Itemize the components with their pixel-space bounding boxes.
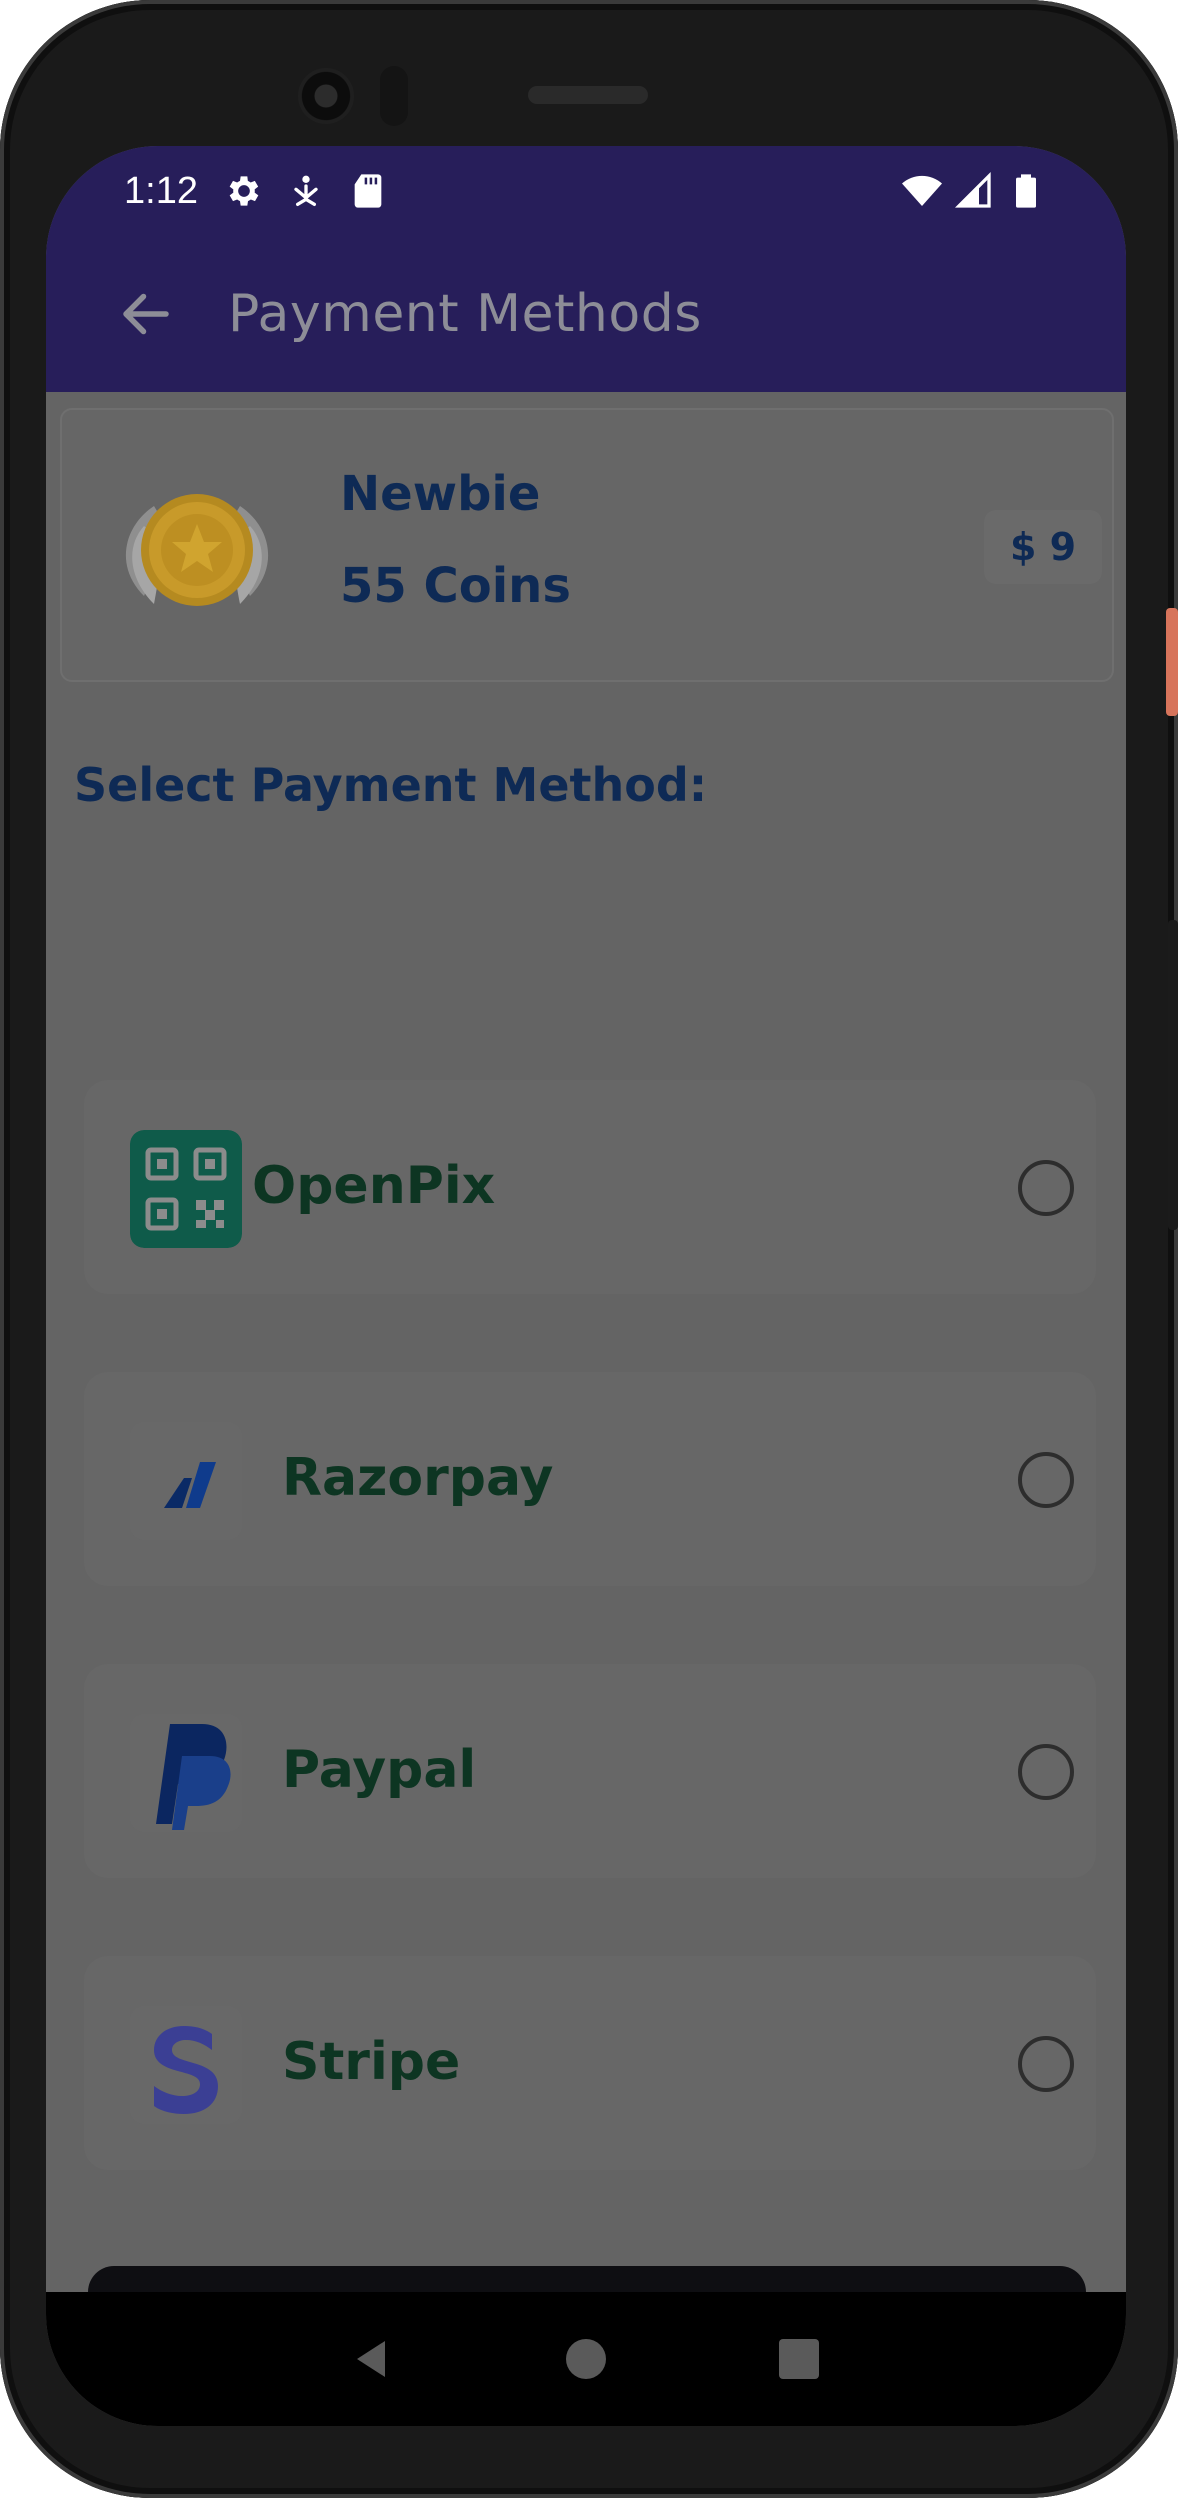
payment-method-paypal[interactable]: Paypal — [84, 1664, 1096, 1878]
screen: 1:12 Payment Methods Newbie 55 Coins $ 9… — [46, 146, 1126, 2426]
system-navigation-bar — [46, 2292, 1126, 2426]
nav-recents-button[interactable] — [759, 2319, 839, 2399]
radio-stripe[interactable] — [1018, 2036, 1074, 2092]
plan-coins: 55 Coins — [340, 558, 571, 614]
front-camera — [298, 68, 354, 124]
status-bar: 1:12 — [46, 146, 1126, 236]
radio-paypal[interactable] — [1018, 1744, 1074, 1800]
nav-recents-icon — [779, 2339, 820, 2379]
wifi-icon — [902, 175, 942, 206]
page-title: Payment Methods — [228, 284, 702, 344]
select-payment-method-heading: Select Payment Method: — [74, 758, 708, 812]
nav-home-icon — [565, 2339, 606, 2379]
arrow-left-icon — [123, 293, 169, 335]
cell-signal-icon — [954, 171, 991, 208]
qr-code-icon — [130, 1130, 242, 1248]
nav-back-button[interactable] — [333, 2319, 413, 2399]
selected-plan-card: Newbie 55 Coins $ 9 — [60, 408, 1114, 682]
status-icons-left — [224, 171, 388, 211]
razorpay-logo-icon — [130, 1422, 242, 1540]
method-label: OpenPix — [252, 1156, 496, 1216]
content-area: Newbie 55 Coins $ 9 Select Payment Metho… — [46, 392, 1126, 2398]
proximity-sensor — [380, 66, 408, 126]
app-bar: Payment Methods — [46, 236, 1126, 392]
battery-icon — [1016, 174, 1036, 208]
plan-price-badge: $ 9 — [984, 510, 1102, 584]
stripe-logo-icon — [130, 2006, 242, 2124]
paypal-logo-icon — [130, 1714, 242, 1832]
gear-icon — [229, 176, 259, 206]
download-person-icon — [294, 175, 318, 206]
plan-name: Newbie — [340, 466, 541, 522]
nav-home-button[interactable] — [546, 2319, 626, 2399]
radio-openpix[interactable] — [1018, 1160, 1074, 1216]
method-label: Razorpay — [282, 1448, 554, 1508]
radio-razorpay[interactable] — [1018, 1452, 1074, 1508]
status-icons-right — [902, 171, 1046, 211]
method-label: Stripe — [282, 2032, 461, 2092]
power-button — [1166, 608, 1178, 716]
sd-card-icon — [354, 174, 382, 208]
payment-method-stripe[interactable]: Stripe — [84, 1956, 1096, 2170]
payment-method-razorpay[interactable]: Razorpay — [84, 1372, 1096, 1586]
payment-method-openpix[interactable]: OpenPix — [84, 1080, 1096, 1294]
nav-back-icon — [356, 2341, 385, 2377]
volume-rocker — [1168, 920, 1178, 1230]
status-time: 1:12 — [124, 169, 198, 212]
back-button[interactable] — [96, 264, 196, 364]
method-label: Paypal — [282, 1740, 477, 1800]
earpiece-speaker — [528, 86, 648, 104]
winged-coin-icon — [125, 494, 269, 606]
